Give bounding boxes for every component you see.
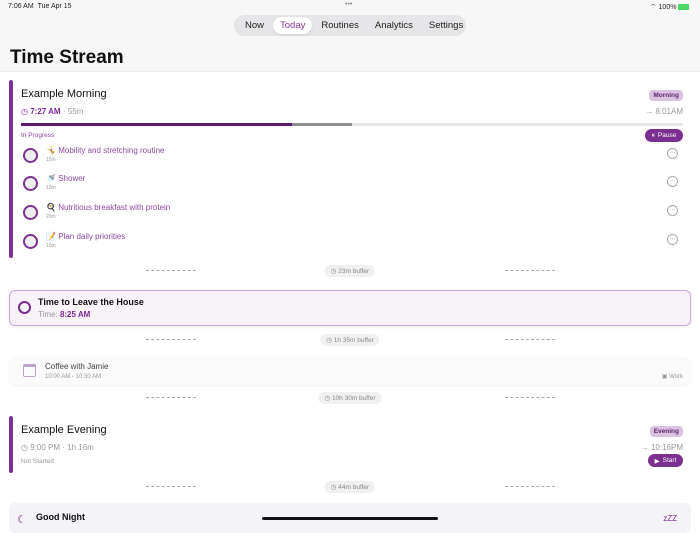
task-checkbox[interactable]: [23, 176, 38, 191]
task-emoji-icon: 🍳: [46, 203, 56, 212]
pause-button[interactable]: ⏸ Pause: [645, 129, 683, 142]
routine-time-row: ◷ 7:27 AM · 55m: [21, 107, 84, 116]
divider: [146, 397, 196, 398]
buffer-pill: ◷ 1h 35m buffer: [320, 334, 380, 346]
routine-status: Not Started: [21, 458, 54, 465]
clock-icon: [18, 301, 31, 314]
divider: [146, 270, 196, 271]
divider: [505, 486, 555, 487]
routine-time-row: ◷ 9:00 PM · 1h 16m: [21, 443, 94, 452]
task-emoji-icon: 🚿: [46, 174, 56, 183]
buffer-pill: ◷ 44m buffer: [324, 481, 376, 493]
home-indicator[interactable]: [262, 517, 438, 520]
buffer-pill: ◷ 23m buffer: [324, 265, 376, 277]
calendar-icon: [23, 364, 36, 377]
more-options-icon[interactable]: ···: [667, 176, 678, 187]
task-row: 🍳 Nutritious breakfast with protein 20m …: [22, 203, 692, 225]
timer-icon: ◷: [330, 268, 337, 275]
routine-accent-bar: [9, 416, 13, 473]
event-time: 10:00 AM - 10:30 AM: [45, 374, 102, 380]
routine-status: In Progress: [21, 132, 55, 139]
timer-icon: ◷: [330, 484, 337, 491]
progress-complete: [21, 123, 293, 126]
tab-now[interactable]: Now: [238, 17, 271, 34]
good-night-title: Good Night: [36, 512, 85, 522]
pause-icon: ⏸: [651, 131, 655, 139]
task-duration: 10m: [46, 243, 56, 249]
divider: [505, 339, 555, 340]
sleep-icon: zZZ: [663, 514, 677, 523]
task-row: 🚿 Shower 10m ···: [22, 174, 692, 196]
routine-end-time: → 10:16PM: [640, 443, 683, 452]
divider: [505, 270, 555, 271]
task-emoji-icon: 📝: [46, 232, 56, 241]
task-name: 🚿 Shower: [46, 174, 86, 183]
tab-today[interactable]: Today: [273, 17, 313, 34]
task-duration: 20m: [46, 214, 56, 220]
timer-icon: ◷: [21, 107, 28, 116]
calendar-small-icon: ▣: [661, 374, 668, 380]
calendar-event-card[interactable]: Coffee with Jamie 10:00 AM - 10:30 AM ▣ …: [9, 357, 691, 385]
task-emoji-icon: 🤸: [46, 146, 56, 155]
moon-icon: ☾: [17, 514, 27, 526]
page-title: Time Stream: [10, 47, 124, 68]
task-name: 📝 Plan daily priorities: [46, 232, 126, 241]
task-name: 🤸 Mobility and stretching routine: [46, 146, 165, 155]
play-icon: ▶: [654, 457, 660, 465]
timer-icon: ◷: [324, 395, 331, 402]
routine-badge: Evening: [649, 426, 683, 437]
task-duration: 10m: [46, 185, 56, 191]
start-button[interactable]: ▶ Start: [648, 454, 683, 467]
multitask-dots[interactable]: •••: [345, 1, 352, 8]
routine-title: Example Evening: [21, 424, 107, 436]
task-checkbox[interactable]: [23, 234, 38, 249]
more-options-icon[interactable]: ···: [667, 205, 678, 216]
task-checkbox[interactable]: [23, 205, 38, 220]
leave-alert-card[interactable]: Time to Leave the House Time: 8:25 AM: [9, 290, 691, 326]
tab-routines[interactable]: Routines: [314, 17, 366, 34]
timer-icon: ◷: [326, 337, 332, 344]
more-options-icon[interactable]: ···: [667, 148, 678, 159]
battery-status: ⌔ 100%: [650, 3, 690, 12]
task-duration: 15m: [46, 157, 56, 163]
leave-time-row: Time: 8:25 AM: [38, 310, 91, 319]
task-row: 🤸 Mobility and stretching routine 15m ··…: [22, 146, 692, 168]
tab-analytics[interactable]: Analytics: [368, 17, 420, 34]
task-checkbox[interactable]: [23, 148, 38, 163]
more-options-icon[interactable]: ···: [667, 234, 678, 245]
battery-icon: [678, 4, 690, 11]
event-calendar: ▣ Work: [661, 374, 683, 380]
timer-icon: ◷: [21, 443, 28, 452]
tab-bar: Now Today Routines Analytics Settings: [234, 15, 466, 36]
task-name: 🍳 Nutritious breakfast with protein: [46, 203, 171, 212]
tab-settings[interactable]: Settings: [422, 17, 470, 34]
routine-progress: [21, 123, 683, 126]
divider: [146, 486, 196, 487]
task-row: 📝 Plan daily priorities 10m ···: [22, 232, 692, 254]
buffer-pill: ◷ 10h 30m buffer: [318, 392, 382, 404]
routine-accent-bar: [9, 80, 13, 258]
divider: [505, 397, 555, 398]
divider: [146, 339, 196, 340]
routine-badge: Morning: [649, 90, 683, 101]
status-time: 7:06 AM Tue Apr 15: [8, 3, 72, 10]
leave-title: Time to Leave the House: [38, 297, 144, 307]
routine-title: Example Morning: [21, 88, 107, 100]
event-title: Coffee with Jamie: [45, 362, 109, 371]
routine-end-time: → 8:01AM: [645, 107, 683, 116]
